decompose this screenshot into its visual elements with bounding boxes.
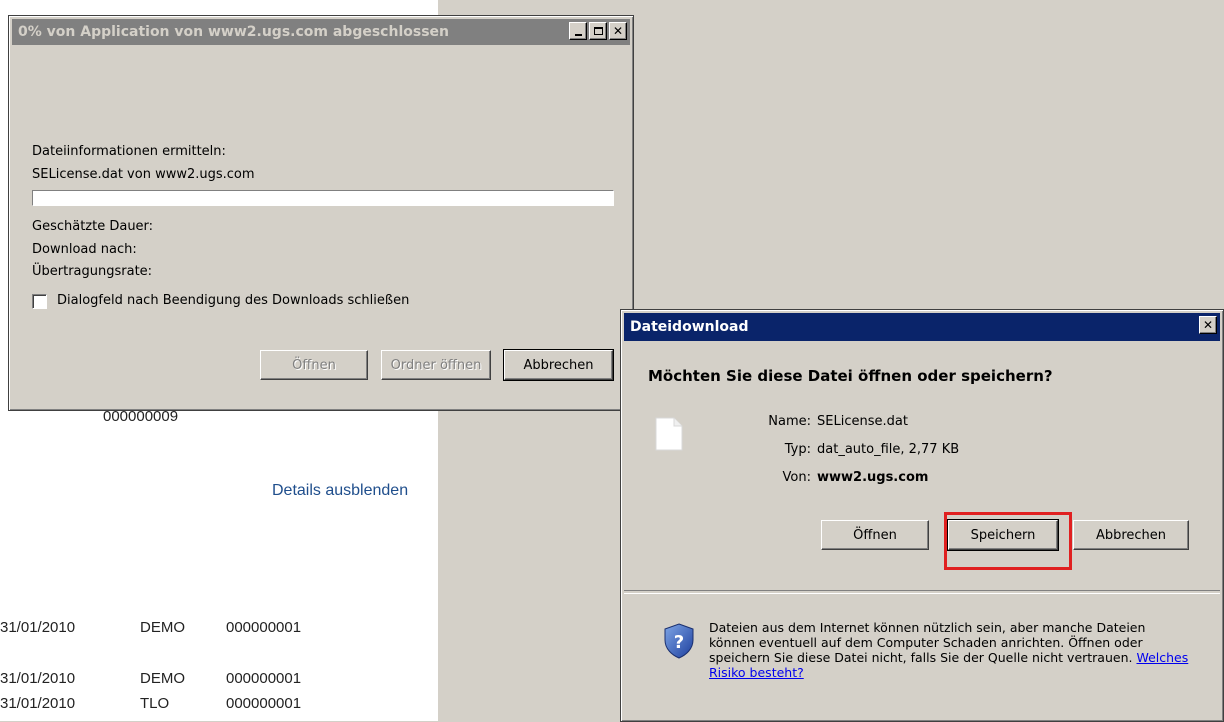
status-label: Dateiinformationen ermitteln: [32, 144, 226, 159]
progress-titlebar[interactable]: 0% von Application von www2.ugs.com abge… [12, 19, 630, 45]
row-date: 31/01/2010 [0, 619, 76, 636]
download-title: Dateidownload [630, 319, 749, 335]
close-on-complete-label[interactable]: Dialogfeld nach Beendigung des Downloads… [57, 293, 409, 308]
type-label: Typ: [784, 442, 811, 457]
file-download-dialog: Dateidownload ✕ Möchten Sie diese Datei … [620, 309, 1224, 722]
close-icon: ✕ [1202, 318, 1214, 332]
cancel-button[interactable]: Abbrechen [1073, 520, 1189, 550]
file-name: SELicense.dat [817, 414, 908, 429]
source-label: SELicense.dat von www2.ugs.com [32, 167, 255, 182]
open-folder-button[interactable]: Ordner öffnen [381, 350, 491, 380]
open-button[interactable]: Öffnen [821, 520, 929, 550]
warning-text-block: Dateien aus dem Internet können nützlich… [709, 620, 1189, 680]
progress-title: 0% von Application von www2.ugs.com abge… [18, 24, 449, 40]
download-question: Möchten Sie diese Datei öffnen oder spei… [648, 367, 1053, 385]
minimize-button[interactable] [569, 22, 587, 40]
file-type: dat_auto_file, 2,77 KB [817, 442, 960, 457]
download-titlebar[interactable]: Dateidownload ✕ [624, 313, 1220, 341]
file-icon [655, 417, 683, 451]
row-number: 000000001 [226, 695, 302, 712]
warning-text: Dateien aus dem Internet können nützlich… [709, 620, 1146, 665]
shield-question-icon: ? [663, 623, 695, 659]
row-date: 31/01/2010 [0, 670, 76, 687]
download-to-label: Download nach: [32, 242, 137, 257]
close-button[interactable]: ✕ [609, 22, 627, 40]
open-button[interactable]: Öffnen [260, 350, 368, 380]
row-type: TLO [140, 695, 170, 712]
row-type: DEMO [140, 670, 185, 687]
maximize-icon [593, 27, 603, 35]
cancel-button[interactable]: Abbrechen [503, 349, 614, 381]
progress-dialog: 0% von Application von www2.ugs.com abge… [8, 15, 634, 411]
close-icon: ✕ [612, 24, 624, 38]
close-on-complete-checkbox[interactable] [32, 294, 47, 309]
maximize-button[interactable] [589, 22, 607, 40]
from-label: Von: [782, 470, 811, 485]
close-button[interactable]: ✕ [1199, 316, 1217, 334]
row-type: DEMO [140, 619, 185, 636]
svg-text:?: ? [674, 632, 684, 653]
window-controls: ✕ [1199, 316, 1217, 334]
row-number: 000000001 [226, 619, 302, 636]
save-highlight-box [944, 512, 1072, 570]
window-controls: ✕ [569, 22, 627, 40]
divider [624, 590, 1220, 594]
estimated-time-label: Geschätzte Dauer: [32, 219, 154, 234]
details-toggle-link[interactable]: Details ausblenden [272, 482, 408, 500]
transfer-rate-label: Übertragungsrate: [32, 264, 153, 279]
minimize-icon [574, 34, 582, 36]
name-label: Name: [768, 414, 811, 429]
file-source: www2.ugs.com [817, 470, 929, 485]
row-number: 000000001 [226, 670, 302, 687]
download-progress-bar [32, 190, 614, 206]
row-date: 31/01/2010 [0, 695, 76, 712]
